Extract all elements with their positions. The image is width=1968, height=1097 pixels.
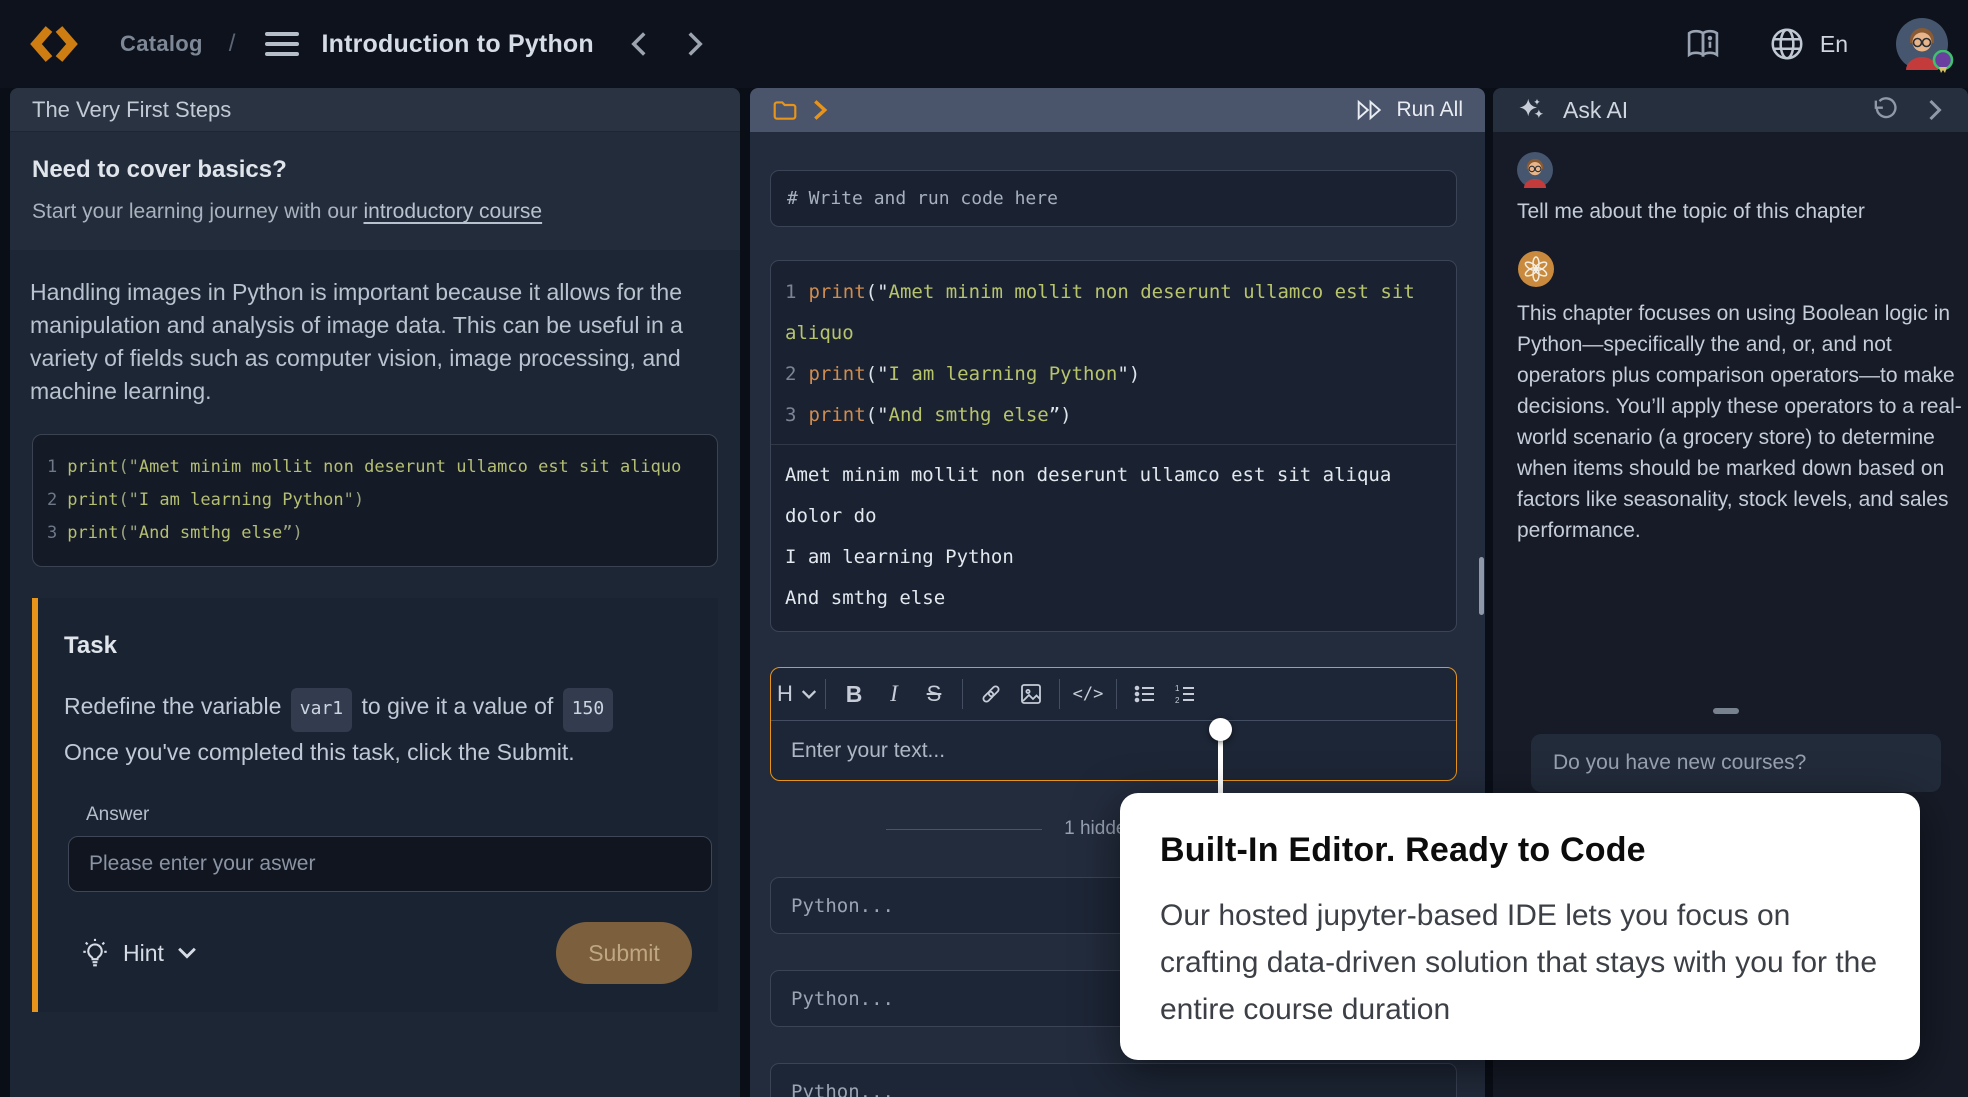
chevron-down-icon xyxy=(801,689,817,700)
chapters-menu-icon[interactable] xyxy=(265,32,299,56)
code-cell[interactable]: 1print("Amet minim mollit non deserunt u… xyxy=(770,260,1457,632)
bold-button[interactable]: B xyxy=(834,674,874,714)
folder-icon[interactable] xyxy=(772,98,798,122)
code-line: 1print("Amet minim mollit non deserunt u… xyxy=(785,272,1442,354)
ai-message-avatar xyxy=(1517,250,1553,286)
toolbar-separator xyxy=(825,679,826,709)
code-line: 2print("I am learning Python") xyxy=(47,484,703,517)
prev-chapter-icon[interactable] xyxy=(628,30,650,58)
user-message: Tell me about the topic of this chapter xyxy=(1517,200,1943,224)
lesson-panel: The Very First Steps Need to cover basic… xyxy=(10,88,740,1097)
strikethrough-button[interactable]: S xyxy=(914,674,954,714)
page-title: Introduction to Python xyxy=(321,30,593,59)
editor-scrollbar-thumb[interactable] xyxy=(1479,557,1484,615)
editor-toolbar: Run All xyxy=(750,88,1485,132)
output-line: I am learning Python xyxy=(785,537,1442,578)
image-icon xyxy=(1019,682,1043,706)
run-all-icon xyxy=(1356,98,1384,122)
chevron-down-icon xyxy=(177,946,197,960)
numbered-list-button[interactable]: 1 2 xyxy=(1165,674,1205,714)
task-instruction: Redefine the variable var1 to give it a … xyxy=(64,686,692,772)
tour-tooltip[interactable]: Built-In Editor. Ready to Code Our hoste… xyxy=(1120,793,1920,1060)
bullet-list-button[interactable] xyxy=(1125,674,1165,714)
collapsed-python-cell[interactable]: Python... xyxy=(770,1063,1457,1097)
code-line: 3print("And smthg else”) xyxy=(47,517,703,550)
svg-text:2: 2 xyxy=(1175,696,1180,705)
rich-text-cell[interactable]: H B I S </> xyxy=(770,667,1457,781)
lesson-header: The Very First Steps xyxy=(10,88,740,132)
introductory-course-link[interactable]: introductory course xyxy=(364,200,543,223)
code-line: 1print("Amet minim mollit non deserunt u… xyxy=(47,451,703,484)
tour-pin-dot[interactable] xyxy=(1209,718,1232,741)
top-bar: Catalog / Introduction to Python En xyxy=(0,0,1968,88)
text-format-toolbar: H B I S </> xyxy=(771,668,1456,720)
numbered-list-icon: 1 2 xyxy=(1173,682,1197,706)
ask-ai-header: Ask AI xyxy=(1493,88,1968,132)
breadcrumb-separator: / xyxy=(229,30,236,58)
chat-thread: Tell me about the topic of this chapter … xyxy=(1493,132,1968,546)
toolbar-separator xyxy=(1116,679,1117,709)
answer-input[interactable] xyxy=(68,836,712,892)
collapse-panel-chevron-icon[interactable] xyxy=(1926,97,1944,123)
toolbar-separator xyxy=(962,679,963,709)
user-message-avatar xyxy=(1517,152,1553,188)
link-icon xyxy=(979,682,1003,706)
link-button[interactable] xyxy=(971,674,1011,714)
var-chip: var1 xyxy=(291,688,352,732)
refresh-icon[interactable] xyxy=(1870,96,1898,124)
insert-image-button[interactable] xyxy=(1011,674,1051,714)
italic-button[interactable]: I xyxy=(874,674,914,714)
basics-callout: Need to cover basics? Start your learnin… xyxy=(10,132,740,250)
answer-label: Answer xyxy=(86,804,692,826)
ai-message: This chapter focuses on using Boolean lo… xyxy=(1517,298,1967,546)
expand-files-chevron-icon[interactable] xyxy=(812,99,828,121)
task-actions: Hint Submit xyxy=(64,922,692,984)
scratch-code-cell[interactable]: # Write and run code here xyxy=(770,170,1457,227)
sparkles-icon xyxy=(1517,95,1547,125)
app-logo-icon[interactable] xyxy=(30,22,78,66)
output-line: Amet minim mollit non deserunt ullamco e… xyxy=(785,455,1442,537)
run-all-button[interactable]: Run All xyxy=(1356,98,1463,122)
submit-button[interactable]: Submit xyxy=(556,922,692,984)
callout-heading: Need to cover basics? xyxy=(32,156,718,184)
breadcrumb-catalog[interactable]: Catalog xyxy=(120,31,203,57)
toolbar-separator xyxy=(1059,679,1060,709)
code-format-button[interactable]: </> xyxy=(1068,674,1108,714)
ask-ai-input[interactable] xyxy=(1531,734,1941,792)
lesson-code-block: 1print("Amet minim mollit non deserunt u… xyxy=(32,434,718,567)
language-globe-icon[interactable] xyxy=(1768,25,1806,63)
rich-text-input[interactable]: Enter your text... xyxy=(771,720,1456,780)
task-heading: Task xyxy=(64,632,692,660)
code-line: 2print("I am learning Python") xyxy=(785,354,1442,395)
tour-tooltip-heading: Built-In Editor. Ready to Code xyxy=(1160,831,1880,870)
topbar-right: En xyxy=(1638,18,1948,70)
svg-text:1: 1 xyxy=(1175,684,1180,693)
tour-pin-stem xyxy=(1218,736,1223,796)
language-label[interactable]: En xyxy=(1820,31,1848,58)
next-chapter-icon[interactable] xyxy=(684,30,706,58)
bullet-list-icon xyxy=(1133,682,1157,706)
lesson-paragraph: Handling images in Python is important b… xyxy=(10,250,740,408)
heading-button[interactable]: H xyxy=(777,674,817,714)
ask-ai-title: Ask AI xyxy=(1563,97,1628,124)
code-line: 3print("And smthg else”) xyxy=(785,395,1442,436)
value-chip: 150 xyxy=(563,688,614,732)
output-line: And smthg else xyxy=(785,578,1442,619)
task-card: Task Redefine the variable var1 to give … xyxy=(32,598,718,1012)
callout-text: Start your learning journey with our int… xyxy=(32,200,718,224)
chat-resize-handle[interactable] xyxy=(1713,708,1739,714)
code-editor-area[interactable]: 1print("Amet minim mollit non deserunt u… xyxy=(771,261,1456,444)
achievement-badge-icon xyxy=(1932,50,1954,74)
user-avatar[interactable] xyxy=(1896,18,1948,70)
cell-output: Amet minim mollit non deserunt ullamco e… xyxy=(771,445,1456,631)
glossary-book-icon[interactable] xyxy=(1684,27,1722,61)
task-instruction-line2: Once you've completed this task, click t… xyxy=(64,739,575,765)
lightbulb-icon xyxy=(80,937,110,969)
hint-button[interactable]: Hint xyxy=(80,937,197,969)
tour-tooltip-body: Our hosted jupyter-based IDE lets you fo… xyxy=(1160,892,1880,1033)
